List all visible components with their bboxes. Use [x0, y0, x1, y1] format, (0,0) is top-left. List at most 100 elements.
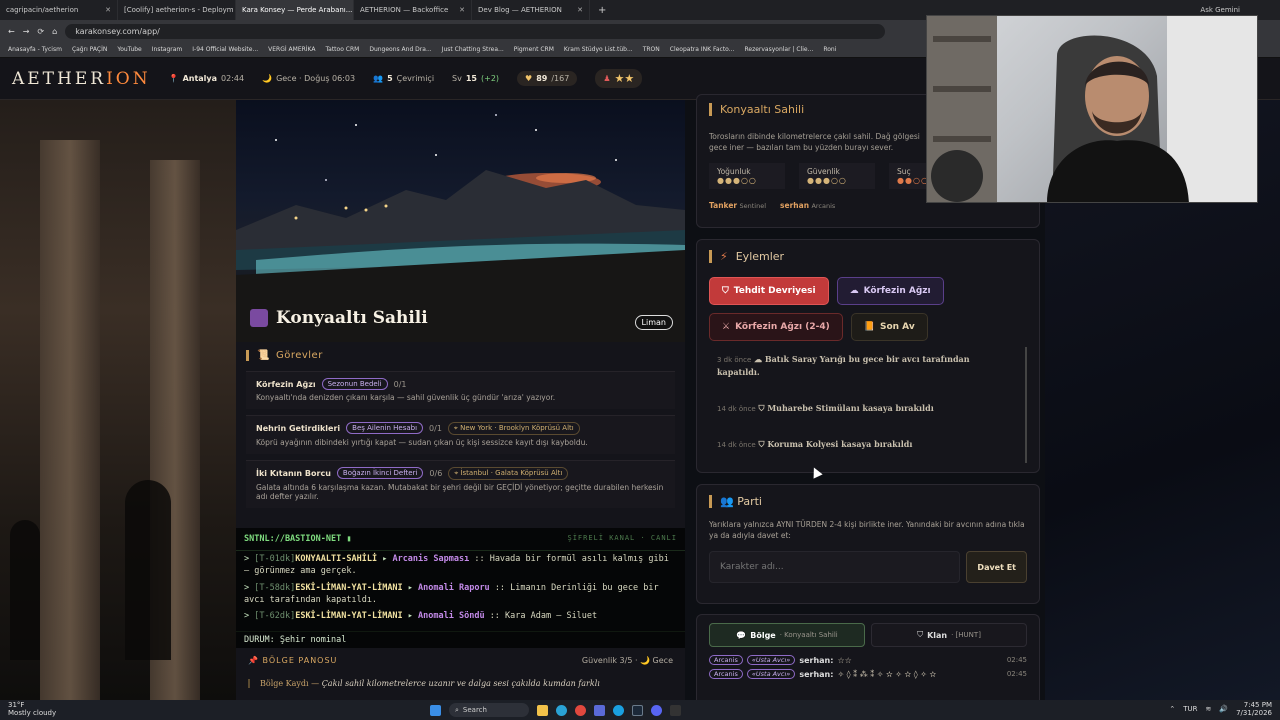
party-header: 👥 Parti — [709, 495, 1027, 508]
wifi-icon[interactable]: ≋ — [1206, 705, 1212, 714]
skype-icon[interactable] — [613, 704, 624, 716]
browser-tab[interactable]: Dev Blog — AETHERION ✕ — [472, 0, 590, 20]
bookmark[interactable]: Anasayfa - Tycism — [8, 46, 62, 53]
day-phase: 🌙 Gece · Doğuş 06:03 — [262, 74, 356, 83]
invite-button[interactable]: Davet Et — [966, 551, 1027, 583]
level-indicator: Sv 15 (+2) — [452, 74, 500, 83]
bookmark[interactable]: Cleopatra INK Facto... — [670, 46, 735, 53]
bookmark[interactable]: I-94 Official Website... — [192, 46, 258, 53]
quest-item[interactable]: İki Kıtanın Borcu Boğazın İkinci Defteri 0… — [246, 459, 675, 508]
beach-night-illustration — [236, 114, 685, 342]
chrome-icon[interactable] — [575, 704, 586, 716]
terminal-icon[interactable] — [670, 704, 681, 716]
character-name-input[interactable] — [709, 551, 961, 583]
tab-region-chat[interactable]: 💬 Bölge · Konyaaltı Sahili — [709, 623, 865, 647]
activity-feed[interactable]: 3 dk önce ☁ Batık Saray Yarığı bu gece b… — [709, 347, 1027, 463]
clock[interactable]: 7:45 PM 7/31/2026 — [1236, 702, 1272, 717]
back-icon[interactable]: ← — [8, 27, 15, 36]
feed-item: 14 dk önce ⛉ Muharebe Stimülanı kasaya b… — [717, 402, 934, 413]
bookmark[interactable]: Roni — [823, 46, 836, 53]
bookmark[interactable]: YouTube — [117, 46, 141, 53]
gulf-mouth-button[interactable]: ☁ Körfezin Ağzı — [836, 277, 944, 305]
bolt-icon: ⚡ — [720, 250, 728, 263]
browser-tab[interactable]: AETHERION — Backoffice ✕ — [354, 0, 472, 20]
store-icon[interactable] — [594, 704, 605, 716]
swords-icon: ⚔ — [722, 322, 731, 332]
heart-icon: ♥ — [525, 74, 533, 83]
users-icon: 👥 — [373, 74, 384, 83]
actions-panel: ⚡ Eylemler ⛉ Tehdit Devriyesi ☁ Körfezin Ağ… — [696, 239, 1040, 473]
chat-message: Arcanis «Usta Avcı» serhan: ✧ ◊ ⁑ ⁂ ⁑ ✧ ✫ ✧… — [709, 669, 1027, 679]
forward-icon[interactable]: → — [23, 27, 30, 36]
close-tab-icon[interactable]: ✕ — [459, 6, 465, 14]
file-explorer-icon[interactable] — [537, 704, 548, 716]
npc-chip[interactable]: serhan Arcanis — [780, 201, 835, 210]
quest-arc-tag: Beş Ailenin Hesabı — [346, 422, 424, 435]
new-tab-icon[interactable]: + — [590, 5, 614, 16]
chevron-up-icon[interactable]: ⌃ — [1169, 705, 1175, 714]
url-field[interactable]: karakonsey.com/app/ — [65, 23, 886, 39]
discord-icon[interactable] — [651, 704, 662, 716]
moon-icon: 🌙 — [262, 74, 273, 83]
bookmark[interactable]: Rezervasyonlar | Clie... — [744, 46, 813, 53]
browser-tab[interactable]: cagripacin/aetherion ✕ — [0, 0, 118, 20]
terminal-status: DURUM: Şehir nominal — [236, 631, 685, 648]
feed-item: 14 dk önce ⛉ Koruma Kolyesi kasaya bırak… — [717, 439, 913, 449]
bookmark[interactable]: Just Chatting Strea... — [442, 46, 504, 53]
app-logo[interactable]: AETHERION — [12, 69, 151, 89]
chat-message: Arcanis «Usta Avcı» serhan: ☆☆ 02:45 — [709, 655, 1027, 665]
bookmark[interactable]: Pigment CRM — [514, 46, 554, 53]
last-hunt-button[interactable]: 📙 Son Av — [850, 313, 928, 341]
rank-indicator: ♟ ★★ — [595, 69, 643, 88]
quest-arc-tag: Boğazın İkinci Defteri — [336, 467, 424, 479]
reload-icon[interactable]: ⟳ — [37, 27, 44, 36]
close-tab-icon[interactable]: ✕ — [577, 6, 583, 14]
shield-icon: ⛉ — [917, 630, 924, 639]
browser-tab-active[interactable]: Kara Konsey — Perde Arabanı...✕ — [236, 0, 354, 20]
quest-item[interactable]: Nehrin Getirdikleri Beş Ailenin Hesabı 0/1… — [246, 414, 675, 454]
stat-security: Güvenlik ●●●○○ — [799, 163, 875, 189]
close-tab-icon[interactable]: ✕ — [105, 6, 111, 14]
chat-username[interactable]: serhan: — [799, 670, 833, 679]
system-tray: ⌃ TUR ≋ 🔊 7:45 PM 7/31/2026 — [1169, 701, 1272, 717]
home-icon[interactable]: ⌂ — [52, 27, 57, 36]
shield-icon: ⛉ — [722, 286, 729, 296]
edge-icon[interactable] — [556, 704, 567, 716]
board-title: 📌 BÖLGE PANOSU — [248, 656, 338, 665]
party-panel: 👥 Parti Yarıklara yalnızca AYNI TÜRDEN 2… — [696, 484, 1040, 604]
profile-chip[interactable]: Ask Gemini — [1200, 6, 1240, 14]
npc-chip[interactable]: Tanker Sentinel — [709, 201, 766, 210]
bookmark[interactable]: VERGİ AMERİKA — [268, 46, 315, 53]
start-icon[interactable] — [430, 704, 441, 716]
bookmark[interactable]: Dungeons And Dra... — [369, 46, 431, 53]
weather-widget[interactable]: 31°F Mostly cloudy — [0, 702, 120, 717]
taskbar-search[interactable]: ⌕ Search — [449, 703, 529, 717]
book-icon: 📙 — [863, 322, 875, 332]
steam-icon[interactable] — [632, 704, 643, 716]
pushpin-icon: 📌 — [248, 656, 259, 665]
quest-location-tag: ⌖ New York · Brooklyn Köprüsü Altı — [447, 421, 580, 435]
bookmark[interactable]: Instagram — [152, 46, 183, 53]
browser-tab[interactable]: [Coolify] aetherion-s - Deploym✕ — [118, 0, 236, 20]
bookmark[interactable]: Tattoo CRM — [325, 46, 359, 53]
chat-username[interactable]: serhan: — [799, 656, 833, 665]
location-description: Torosların dibinde kilometrelerce çakıl … — [709, 132, 920, 152]
online-count: 👥 5 Çevrimiçi — [373, 74, 435, 83]
bookmark[interactable]: Çağrı PAÇİN — [72, 46, 107, 53]
scene-title: Konyaaltı Sahili — [250, 308, 428, 328]
scroll-icon: 📜 — [257, 350, 270, 361]
os-taskbar: 31°F Mostly cloudy ⌕ Search ⌃ TUR ≋ 🔊 7:45… — [0, 700, 1280, 720]
tab-clan-chat[interactable]: ⛉ Klan · [HUNT] — [871, 623, 1027, 647]
stat-density: Yoğunluk ●●●○○ — [709, 163, 785, 189]
quest-item[interactable]: Körfezin Ağzı Sezonun Bedeli 0/1 Konyaaltı… — [246, 371, 675, 409]
pin-icon: 📍 — [168, 74, 179, 83]
volume-icon[interactable]: 🔊 — [1219, 705, 1228, 714]
quests-panel: 📜 Görevler Körfezin Ağzı Sezonun Bedeli 0/1… — [236, 342, 685, 528]
left-background-art — [0, 100, 236, 700]
party-icon: 👥 — [720, 495, 734, 508]
bookmark[interactable]: TRON — [643, 46, 660, 53]
threat-patrol-button[interactable]: ⛉ Tehdit Devriyesi — [709, 277, 829, 305]
bookmark[interactable]: Kram Stüdyo List.tüb... — [564, 46, 633, 53]
gulf-mouth-party-button[interactable]: ⚔ Körfezin Ağzı (2-4) — [709, 313, 843, 341]
scene-image: Konyaaltı Sahili Liman — [236, 100, 685, 342]
